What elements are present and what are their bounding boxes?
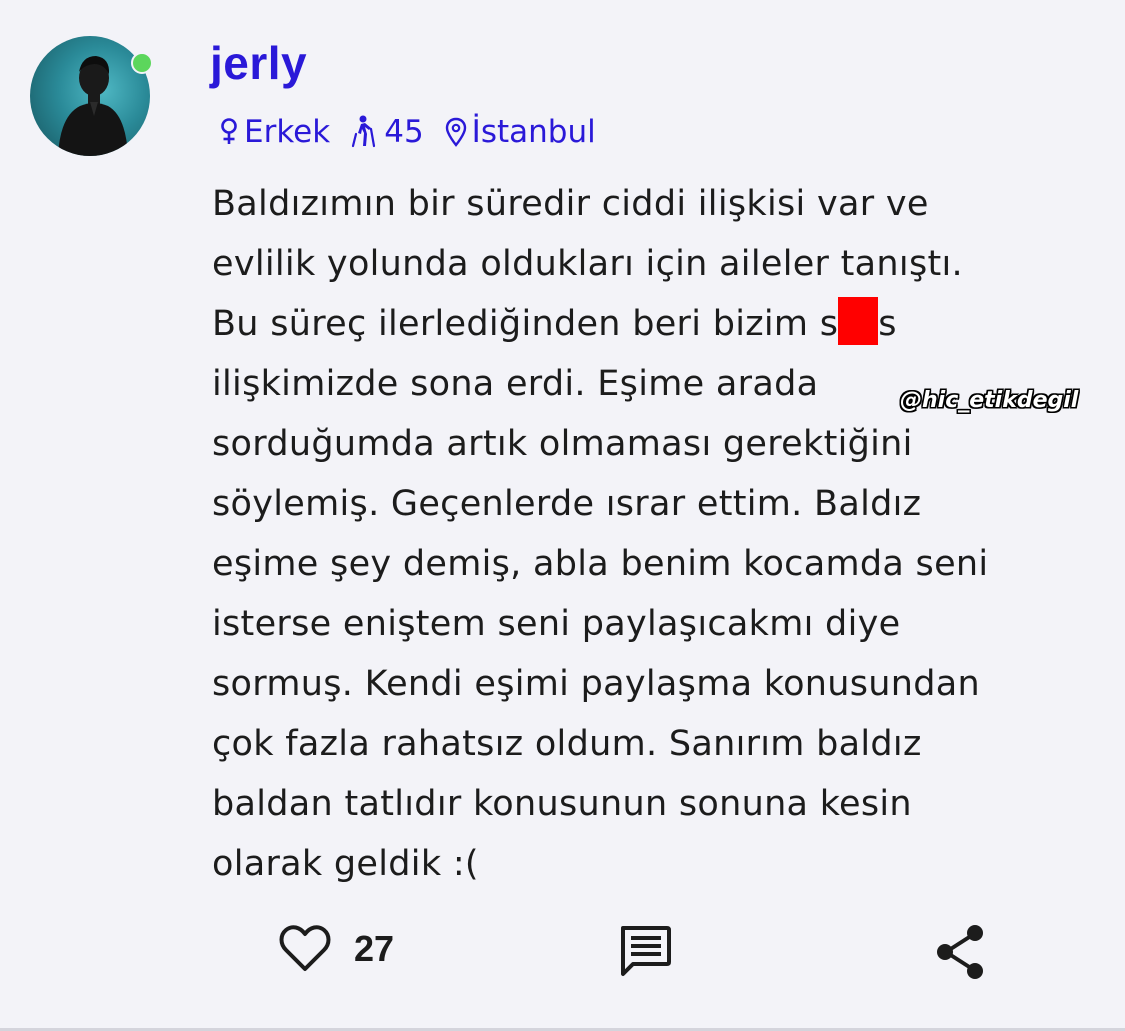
body-line: evlilik yolunda oldukları için aileler t…: [212, 244, 963, 284]
body-line: sorduğumda artık olmaması gerektiğini: [212, 424, 913, 464]
watermark: @hic_etikdegil: [900, 388, 1079, 413]
like-button[interactable]: 27: [278, 924, 394, 974]
person-silhouette-icon: [58, 56, 128, 156]
post-body: Baldızımın bir süredir ciddi ilişkisi va…: [212, 174, 1112, 894]
walking-cane-person-icon: [352, 115, 376, 148]
body-line: Baldızımın bir süredir ciddi ilişkisi va…: [212, 184, 929, 224]
age-info: 45: [350, 112, 424, 152]
location-info: İstanbul: [444, 112, 596, 152]
user-meta: Erkek 45 İstanbul: [218, 112, 596, 152]
body-line: çok fazla rahatsız oldum. Sanırım baldız: [212, 724, 922, 764]
body-line: baldan tatlıdır konusunun sonuna kesin: [212, 784, 912, 824]
redaction-box: [838, 297, 879, 345]
body-line: eşime şey demiş, abla benim kocamda seni: [212, 544, 989, 584]
body-line-redacted: Bu süreç ilerlediğinden beri bizim s s: [212, 294, 1112, 354]
map-pin-icon: [445, 117, 466, 147]
share-icon: [937, 925, 983, 979]
body-line: olarak geldik :(: [212, 844, 479, 884]
online-status-dot: [131, 52, 153, 74]
body-line: isterse eniştem seni paylaşıcakmı diye: [212, 604, 901, 644]
gender-label: Erkek: [244, 114, 331, 150]
body-line-text: Bu süreç ilerlediğinden beri bizim s: [212, 304, 839, 344]
body-line-tail: s: [878, 304, 897, 344]
heart-outline-icon: [279, 925, 331, 971]
age-label: 45: [384, 114, 424, 150]
comment-button[interactable]: [617, 924, 673, 984]
post-actions: 27: [0, 918, 1125, 988]
comment-icon: [621, 926, 671, 976]
post-card: jerly Erkek 45 İstanbul Baldızımın bir s…: [0, 0, 1125, 1031]
location-label: İstanbul: [471, 114, 596, 150]
body-line: söylemiş. Geçenlerde ısrar ettim. Baldız: [212, 484, 922, 524]
username[interactable]: jerly: [210, 40, 307, 86]
female-symbol-icon: [221, 118, 237, 144]
share-button[interactable]: [934, 924, 988, 984]
body-line: sormuş. Kendi eşimi paylaşma konusundan: [212, 664, 981, 704]
like-count: 27: [354, 928, 395, 969]
gender-info: Erkek: [218, 112, 330, 152]
avatar[interactable]: [30, 36, 150, 156]
